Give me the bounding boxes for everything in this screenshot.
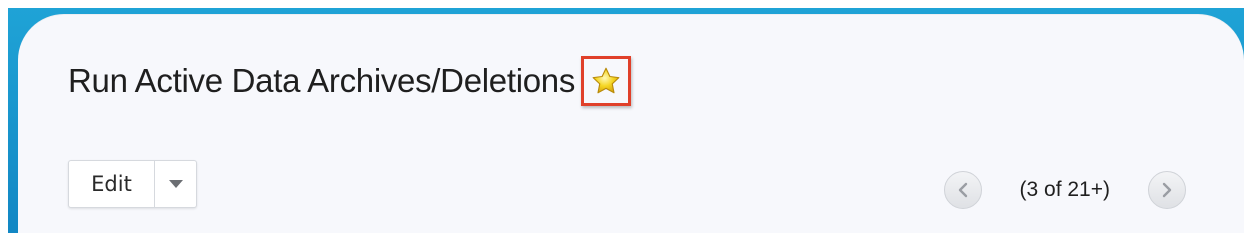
record-title: Run Active Data Archives/Deletions bbox=[68, 62, 576, 99]
favorite-button[interactable] bbox=[581, 56, 632, 106]
record-pagination: (3 of 21+) bbox=[943, 171, 1186, 209]
chevron-left-icon bbox=[958, 182, 967, 198]
edit-button-group: Edit bbox=[68, 160, 197, 208]
record-view-frame: Run Active Data Archives/Deletions Edit bbox=[8, 8, 1244, 233]
next-record-button[interactable] bbox=[1148, 171, 1186, 209]
previous-record-button[interactable] bbox=[943, 171, 982, 209]
record-position-text: (3 of 21+) bbox=[1019, 178, 1110, 201]
record-header-panel: Run Active Data Archives/Deletions Edit bbox=[18, 14, 1244, 233]
actions-dropdown-button[interactable] bbox=[155, 161, 196, 207]
caret-down-icon bbox=[168, 179, 183, 188]
title-row: Run Active Data Archives/Deletions bbox=[68, 56, 632, 106]
chevron-right-icon bbox=[1162, 182, 1172, 198]
star-icon bbox=[592, 67, 620, 94]
edit-button[interactable]: Edit bbox=[69, 161, 155, 207]
